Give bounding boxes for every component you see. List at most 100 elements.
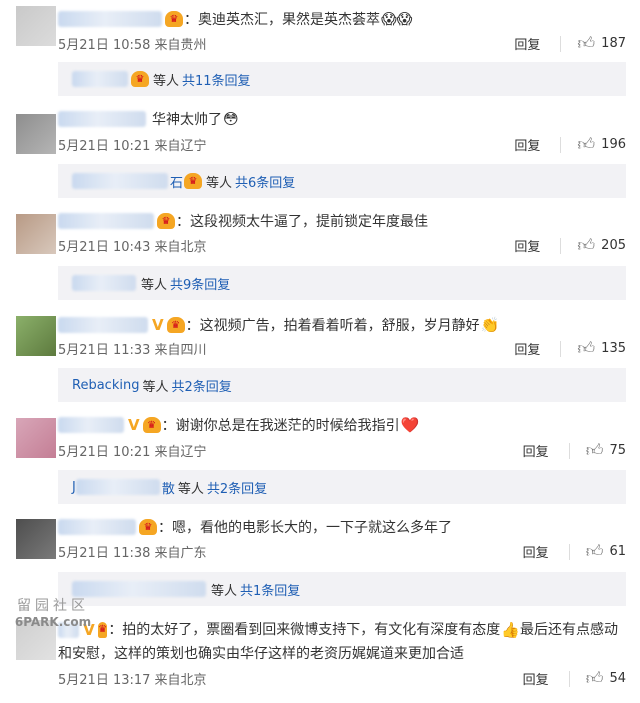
emoji: ❤️ bbox=[400, 416, 420, 434]
comment-actions: 回复 👍︎ 205 bbox=[514, 235, 626, 256]
like-count: 61 bbox=[609, 544, 626, 559]
avatar[interactable] bbox=[16, 114, 56, 154]
reply-suffix: 等人 bbox=[141, 277, 168, 293]
reply-username[interactable] bbox=[72, 173, 168, 189]
reply-button[interactable]: 回复 bbox=[523, 441, 549, 460]
reply-suffix: 等人 bbox=[211, 583, 238, 599]
reply-count-link[interactable]: 共11条回复 bbox=[182, 70, 251, 89]
comment-actions: 回复 👍︎ 54 bbox=[523, 668, 626, 689]
comment-time: 5月21日 10:21 来自辽宁 bbox=[58, 139, 207, 154]
thumbs-up-icon[interactable]: 👍︎ bbox=[586, 541, 604, 562]
reply-suffix: 等人 bbox=[142, 379, 169, 395]
divider bbox=[560, 136, 562, 153]
divider bbox=[568, 670, 570, 687]
comment-actions: 回复 👍︎ 135 bbox=[514, 338, 626, 359]
comment-text-line2: 和安慰，这样的策划也确实由华仔这样的老资历娓娓道来更加合适 bbox=[58, 646, 464, 662]
reply-button[interactable]: 回复 bbox=[514, 34, 540, 53]
avatar[interactable] bbox=[16, 316, 56, 356]
thumbs-up-icon[interactable]: 👍︎ bbox=[577, 33, 595, 54]
like-count: 75 bbox=[609, 443, 626, 458]
thumbs-up-icon[interactable]: 👍︎ bbox=[586, 668, 604, 689]
comment-text-cont: 最后还有点感动 bbox=[520, 622, 618, 638]
reply-button[interactable]: 回复 bbox=[514, 236, 540, 255]
comment-time: 5月21日 11:33 来自四川 bbox=[58, 343, 207, 358]
watermark-line1: 留园社区 bbox=[17, 598, 89, 614]
thumbs-up-icon[interactable]: 👍︎ bbox=[577, 235, 595, 256]
avatar[interactable] bbox=[16, 519, 56, 559]
divider bbox=[560, 340, 562, 357]
like-count: 205 bbox=[601, 238, 626, 253]
vip-crown-icon: ♛ bbox=[165, 11, 183, 27]
reply-summary[interactable]: ♛ 等人 共11条回复 bbox=[58, 62, 626, 96]
thumbs-up-icon[interactable]: 👍︎ bbox=[577, 338, 595, 359]
reply-button[interactable]: 回复 bbox=[523, 669, 549, 688]
vip-crown-icon: ♛ bbox=[166, 317, 185, 333]
comment-time: 5月21日 10:58 来自贵州 bbox=[58, 38, 207, 53]
like-count: 54 bbox=[609, 671, 626, 686]
like-count: 196 bbox=[601, 137, 626, 152]
verified-v-icon: V bbox=[128, 416, 140, 434]
emoji: 👍 bbox=[501, 621, 520, 639]
username[interactable] bbox=[58, 11, 162, 27]
thumbs-up-icon[interactable]: 👍︎ bbox=[586, 440, 604, 461]
comment-text: ：这视频广告，拍着看着听着，舒服，岁月静好 bbox=[185, 318, 480, 334]
comment-text: ：奥迪英杰汇，果然是英杰荟萃 bbox=[184, 12, 380, 28]
reply-count-link[interactable]: 共2条回复 bbox=[207, 478, 267, 497]
comment-actions: 回复 👍︎ 75 bbox=[523, 440, 626, 461]
site-watermark: 留园社区 6PARK.com bbox=[8, 598, 98, 638]
reply-suffix: 等人 bbox=[206, 175, 233, 191]
avatar[interactable] bbox=[16, 214, 56, 254]
reply-button[interactable]: 回复 bbox=[514, 339, 540, 358]
avatar[interactable] bbox=[16, 418, 56, 458]
reply-suffix: 等人 bbox=[153, 73, 180, 89]
comment-text: ：嗯，看他的电影长大的，一下子就这么多年了 bbox=[158, 520, 452, 536]
vip-crown-icon: ♛ bbox=[142, 417, 161, 433]
reply-username-tail[interactable]: 散 bbox=[162, 478, 175, 497]
reply-button[interactable]: 回复 bbox=[514, 135, 540, 154]
comment-actions: 回复 👍︎ 61 bbox=[523, 541, 626, 562]
emoji: 😳 bbox=[223, 110, 239, 128]
thumbs-up-icon[interactable]: 👍︎ bbox=[577, 134, 595, 155]
comment-text: 华神太帅了 bbox=[152, 112, 222, 128]
reply-username[interactable] bbox=[75, 479, 160, 495]
username[interactable] bbox=[58, 213, 154, 229]
avatar[interactable] bbox=[16, 6, 56, 46]
vip-crown-icon: ♛ bbox=[131, 71, 149, 87]
verified-v-icon: V bbox=[152, 316, 164, 334]
comment-time: 5月21日 11:38 来自广东 bbox=[58, 546, 207, 561]
reply-summary[interactable]: Rebacking 等人 共2条回复 bbox=[58, 368, 626, 402]
reply-summary[interactable]: 等人 共9条回复 bbox=[58, 266, 626, 300]
comment-actions: 回复 👍︎ 196 bbox=[514, 134, 626, 155]
username[interactable] bbox=[58, 317, 148, 333]
emoji: 😱😱 bbox=[381, 10, 413, 28]
reply-button[interactable]: 回复 bbox=[523, 542, 549, 561]
username[interactable] bbox=[58, 111, 146, 127]
divider bbox=[560, 35, 562, 52]
reply-username[interactable]: Rebacking bbox=[72, 378, 139, 393]
vip-crown-icon: ♛ bbox=[157, 213, 175, 229]
reply-summary[interactable]: 等人 共1条回复 bbox=[58, 572, 626, 606]
reply-count-link[interactable]: 共1条回复 bbox=[240, 580, 300, 599]
reply-username[interactable] bbox=[72, 581, 206, 597]
reply-username[interactable] bbox=[72, 275, 136, 291]
username[interactable] bbox=[58, 417, 124, 433]
watermark-line2: 6PARK.com bbox=[14, 615, 92, 629]
username[interactable] bbox=[58, 519, 136, 535]
reply-summary[interactable]: 石 ♛ 等人 共6条回复 bbox=[58, 164, 626, 198]
reply-username-tail[interactable]: 石 bbox=[170, 172, 183, 191]
vip-crown-icon: ♛ bbox=[97, 622, 108, 638]
reply-summary[interactable]: J 散 等人 共2条回复 bbox=[58, 470, 626, 504]
comment-time: 5月21日 10:43 来自北京 bbox=[58, 240, 207, 255]
reply-count-link[interactable]: 共9条回复 bbox=[170, 274, 230, 293]
comment-actions: 回复 👍︎ 187 bbox=[514, 33, 626, 54]
reply-count-link[interactable]: 共6条回复 bbox=[235, 172, 295, 191]
reply-count-link[interactable]: 共2条回复 bbox=[171, 376, 231, 395]
comment-time: 5月21日 13:17 来自北京 bbox=[58, 673, 207, 688]
divider bbox=[568, 543, 570, 560]
like-count: 135 bbox=[601, 341, 626, 356]
divider bbox=[560, 237, 562, 254]
comment-text: ：谢谢你总是在我迷茫的时候给我指引 bbox=[161, 418, 400, 434]
reply-username[interactable] bbox=[72, 71, 128, 87]
emoji: 👏 bbox=[480, 316, 500, 334]
reply-suffix: 等人 bbox=[177, 481, 204, 497]
